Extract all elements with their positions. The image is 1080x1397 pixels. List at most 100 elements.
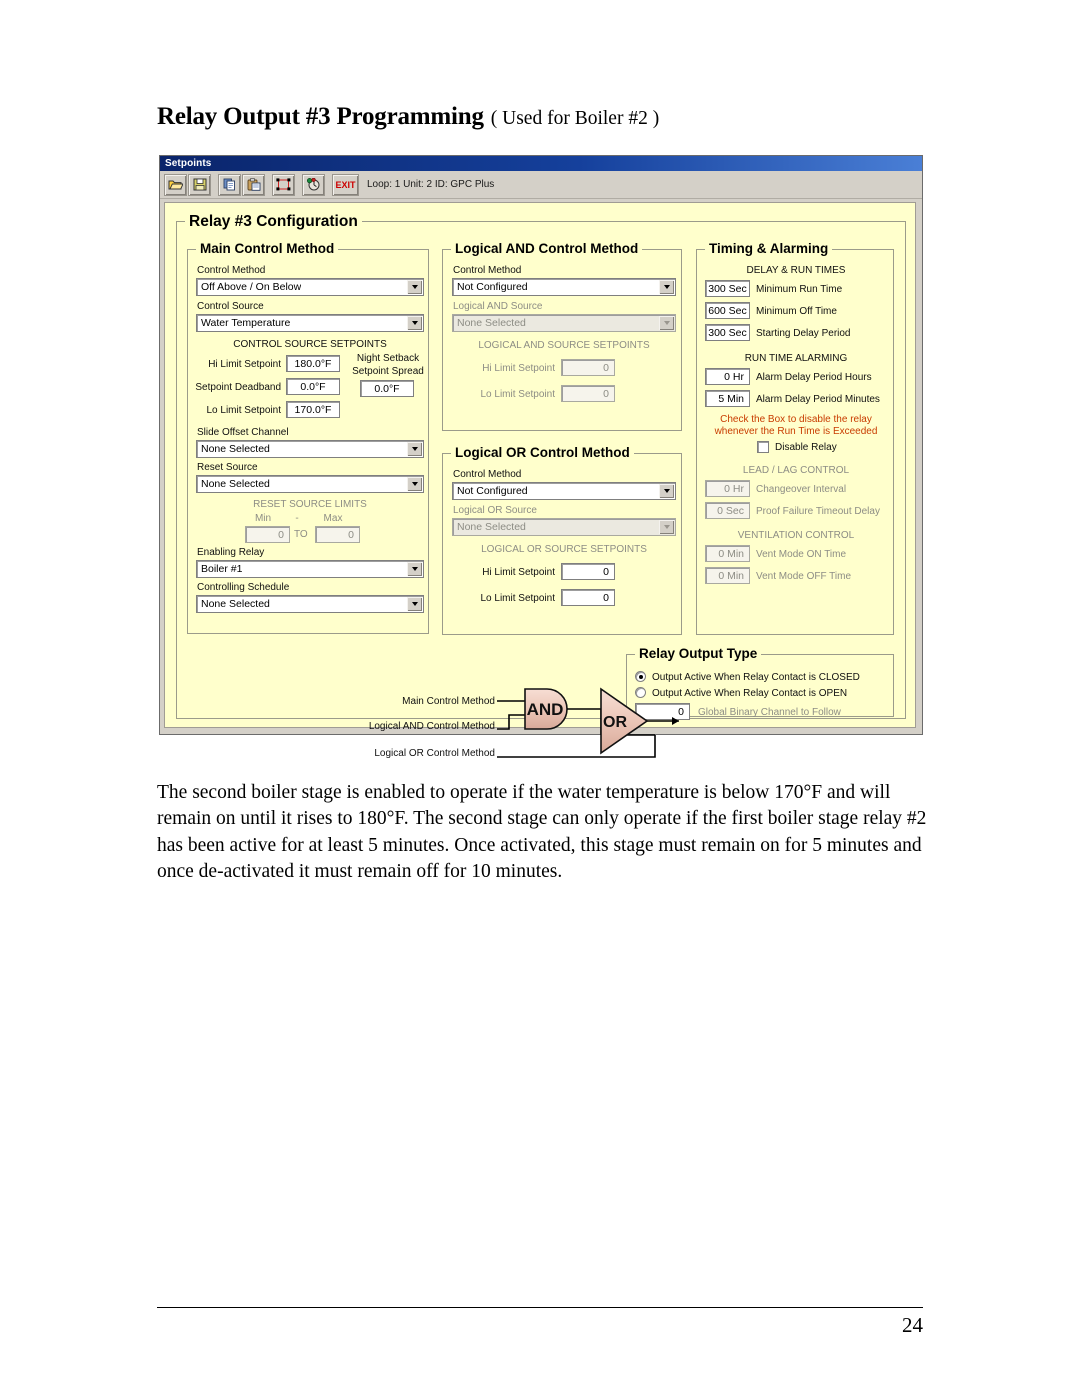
- chevron-down-icon[interactable]: [407, 442, 422, 456]
- main-hi-limit-field[interactable]: 180.0°F: [286, 355, 340, 372]
- logical-and-hi-limit-field[interactable]: 0: [561, 359, 615, 376]
- chevron-down-icon[interactable]: [659, 484, 674, 498]
- main-control-source-value: Water Temperature: [201, 317, 291, 329]
- reset-max-value: 0: [348, 528, 354, 541]
- changeover-interval-field[interactable]: 0 Hr: [705, 480, 750, 497]
- main-deadband-value: 0.0°F: [300, 380, 326, 393]
- main-control-method-select[interactable]: Off Above / On Below: [196, 278, 424, 296]
- starting-delay-period-field[interactable]: 300 Sec: [705, 324, 750, 341]
- alarm-delay-minutes-value: 5 Min: [718, 392, 744, 405]
- logical-and-hi-limit-value: 0: [603, 361, 609, 374]
- logical-and-source-select[interactable]: None Selected: [452, 314, 676, 332]
- logical-and-control-method-label: Control Method: [453, 265, 522, 276]
- changeover-interval-value: 0 Hr: [724, 482, 744, 495]
- copy-icon[interactable]: [218, 173, 241, 196]
- logical-or-setpoints-header: LOGICAL OR SOURCE SETPOINTS: [481, 544, 647, 555]
- night-setback-field[interactable]: 0.0°F: [360, 380, 414, 397]
- logical-or-control-method-label: Control Method: [453, 469, 522, 480]
- disable-relay-label: Disable Relay: [775, 442, 837, 453]
- chevron-down-icon[interactable]: [659, 316, 674, 330]
- vent-mode-off-time-label: Vent Mode OFF Time: [756, 571, 852, 582]
- logical-and-lo-limit-value: 0: [603, 387, 609, 400]
- main-control-method-value: Off Above / On Below: [201, 281, 302, 293]
- reset-dash-label: -: [295, 513, 299, 524]
- chevron-down-icon[interactable]: [659, 520, 674, 534]
- minimum-off-time-value: 600 Sec: [708, 304, 747, 317]
- disable-relay-checkbox[interactable]: [757, 441, 769, 453]
- exit-button[interactable]: EXIT: [332, 173, 359, 196]
- reset-source-label: Reset Source: [197, 462, 258, 473]
- changeover-interval-label: Changeover Interval: [756, 484, 847, 495]
- logical-and-control-method-select[interactable]: Not Configured: [452, 278, 676, 296]
- reset-source-select[interactable]: None Selected: [196, 475, 424, 493]
- minimum-off-time-field[interactable]: 600 Sec: [705, 302, 750, 319]
- logical-or-source-label: Logical OR Source: [453, 505, 537, 516]
- logical-or-control-method-select[interactable]: Not Configured: [452, 482, 676, 500]
- main-control-source-select[interactable]: Water Temperature: [196, 314, 424, 332]
- enabling-relay-select[interactable]: Boiler #1: [196, 560, 424, 578]
- minimum-run-time-field[interactable]: 300 Sec: [705, 280, 750, 297]
- logical-and-setpoints-header: LOGICAL AND SOURCE SETPOINTS: [478, 340, 650, 351]
- reset-max-field[interactable]: 0: [315, 526, 360, 543]
- disable-relay-warning-line2: whenever the Run Time is Exceeded: [714, 426, 878, 437]
- chevron-down-icon[interactable]: [659, 280, 674, 294]
- radio-output-closed-label: Output Active When Relay Contact is CLOS…: [652, 672, 860, 683]
- logical-or-title: Logical OR Control Method: [451, 445, 634, 460]
- disable-relay-warning-line1: Check the Box to disable the relay: [720, 414, 872, 425]
- vent-mode-off-time-field[interactable]: 0 Min: [705, 567, 750, 584]
- control-source-setpoints-header: CONTROL SOURCE SETPOINTS: [233, 339, 387, 350]
- reset-min-label: Min: [254, 513, 272, 524]
- open-folder-icon[interactable]: [164, 173, 187, 196]
- minimum-run-time-value: 300 Sec: [708, 282, 747, 295]
- logical-or-hi-limit-value: 0: [603, 565, 609, 578]
- clock-tool-icon[interactable]: [302, 173, 325, 196]
- chevron-down-icon[interactable]: [407, 562, 422, 576]
- svg-text:OR: OR: [603, 714, 627, 731]
- main-lo-limit-label: Lo Limit Setpoint: [206, 405, 282, 416]
- main-lo-limit-field[interactable]: 170.0°F: [286, 401, 340, 418]
- slide-offset-label: Slide Offset Channel: [197, 427, 289, 438]
- main-hi-limit-value: 180.0°F: [294, 357, 332, 370]
- proof-failure-timeout-label: Proof Failure Timeout Delay: [756, 506, 880, 517]
- alarm-delay-minutes-label: Alarm Delay Period Minutes: [756, 394, 880, 405]
- vent-mode-on-time-value: 0 Min: [718, 547, 744, 560]
- controlling-schedule-select[interactable]: None Selected: [196, 595, 424, 613]
- logical-and-lo-limit-label: Lo Limit Setpoint: [480, 389, 556, 400]
- diagram-input-and-label: Logical AND Control Method: [368, 721, 495, 732]
- client-area: Relay #3 Configuration Main Control Meth…: [164, 202, 916, 759]
- minimum-run-time-label: Minimum Run Time: [756, 284, 843, 295]
- select-region-icon[interactable]: [272, 173, 295, 196]
- slide-offset-select[interactable]: None Selected: [196, 440, 424, 458]
- paste-icon[interactable]: [242, 173, 265, 196]
- main-deadband-field[interactable]: 0.0°F: [286, 378, 340, 395]
- alarm-delay-hours-field[interactable]: 0 Hr: [705, 368, 750, 385]
- chevron-down-icon[interactable]: [407, 597, 422, 611]
- page-number: 24: [902, 1313, 923, 1337]
- chevron-down-icon[interactable]: [407, 477, 422, 491]
- logical-or-control-method-value: Not Configured: [457, 485, 528, 497]
- main-control-method-label: Control Method: [197, 265, 266, 276]
- proof-failure-timeout-field[interactable]: 0 Sec: [705, 502, 750, 519]
- logical-or-source-select[interactable]: None Selected: [452, 518, 676, 536]
- reset-source-value: None Selected: [201, 478, 270, 490]
- controlling-schedule-label: Controlling Schedule: [197, 582, 290, 593]
- save-disk-icon[interactable]: [188, 173, 211, 196]
- vent-mode-on-time-field[interactable]: 0 Min: [705, 545, 750, 562]
- relay-output-type-title: Relay Output Type: [635, 646, 762, 661]
- alarm-delay-minutes-field[interactable]: 5 Min: [705, 390, 750, 407]
- minimum-off-time-label: Minimum Off Time: [756, 306, 837, 317]
- footer-divider: [157, 1307, 923, 1308]
- reset-min-field[interactable]: 0: [245, 526, 290, 543]
- chevron-down-icon[interactable]: [407, 316, 422, 330]
- radio-output-closed[interactable]: [635, 671, 646, 682]
- logic-gate-diagram: AND OR: [497, 687, 679, 758]
- logical-or-lo-limit-field[interactable]: 0: [561, 589, 615, 606]
- logical-and-hi-limit-label: Hi Limit Setpoint: [482, 363, 555, 374]
- logical-or-hi-limit-field[interactable]: 0: [561, 563, 615, 580]
- logical-and-lo-limit-field[interactable]: 0: [561, 385, 615, 402]
- logical-and-title: Logical AND Control Method: [451, 241, 643, 256]
- window-titlebar: Setpoints: [160, 156, 922, 171]
- diagram-input-or-label: Logical OR Control Method: [374, 748, 495, 759]
- chevron-down-icon[interactable]: [407, 280, 422, 294]
- relay-configuration-title: Relay #3 Configuration: [185, 213, 362, 231]
